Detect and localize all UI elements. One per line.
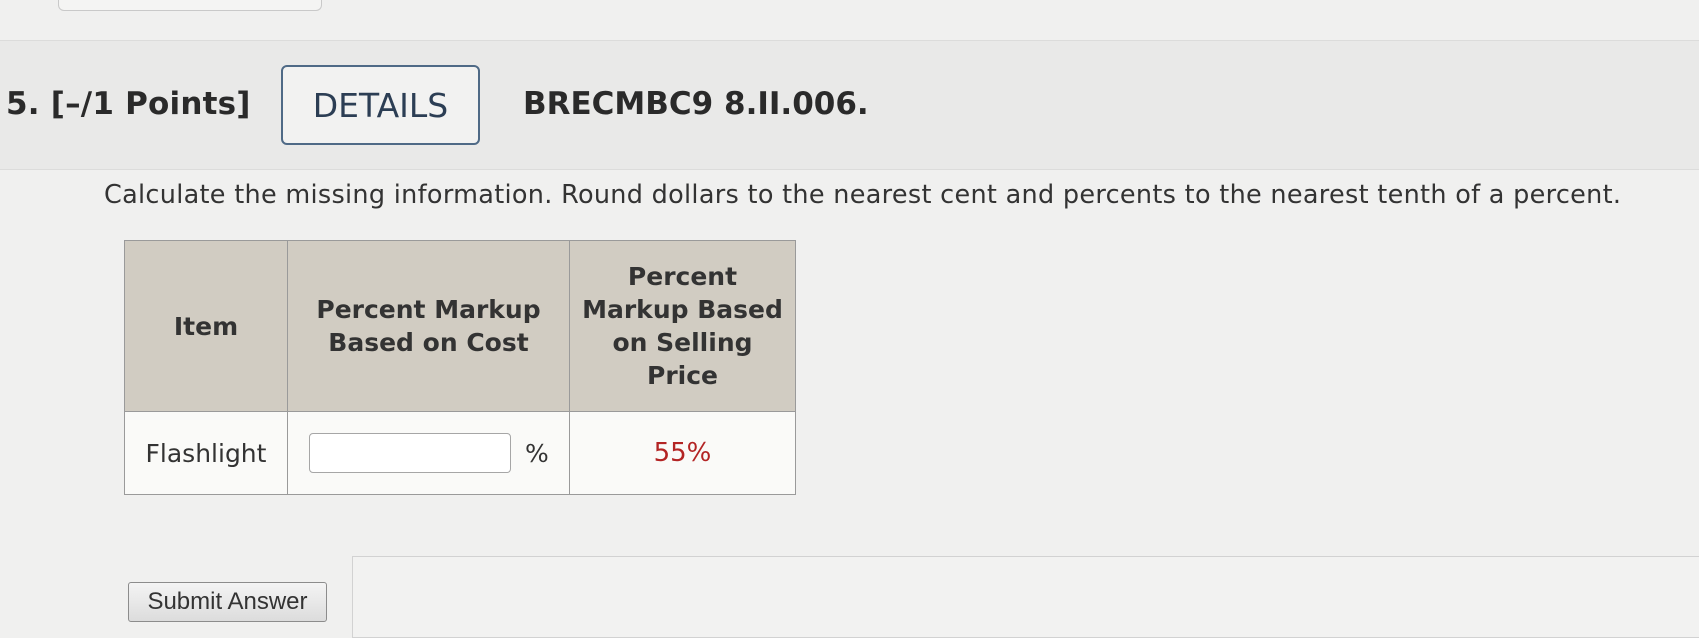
item-cell: Flashlight — [124, 411, 288, 495]
instructions-text: Calculate the missing information. Round… — [104, 180, 1622, 210]
question-table: Item Percent Markup Based on Cost Percen… — [124, 240, 796, 495]
submit-answer-button[interactable]: Submit Answer — [128, 582, 327, 622]
question-code: BRECMBC9 8.II.006. — [523, 86, 869, 122]
question-number-points: 5. [–/1 Points] — [6, 86, 251, 122]
header-markup-cost: Percent Markup Based on Cost — [287, 240, 570, 412]
markup-cost-cell: % — [287, 411, 570, 495]
table-row: Flashlight % 55% — [124, 411, 796, 495]
header-markup-selling-price: Percent Markup Based on Selling Price — [569, 240, 796, 412]
table-header-row: Item Percent Markup Based on Cost Percen… — [124, 240, 796, 412]
response-panel — [352, 556, 1699, 638]
markup-selling-price-cell: 55% — [569, 411, 796, 495]
header-item: Item — [124, 240, 288, 412]
previous-panel-edge — [58, 0, 322, 11]
percent-sign: % — [525, 438, 549, 468]
given-markup-value: 55% — [653, 438, 712, 468]
details-button[interactable]: DETAILS — [281, 65, 480, 145]
markup-cost-input[interactable] — [309, 433, 511, 473]
